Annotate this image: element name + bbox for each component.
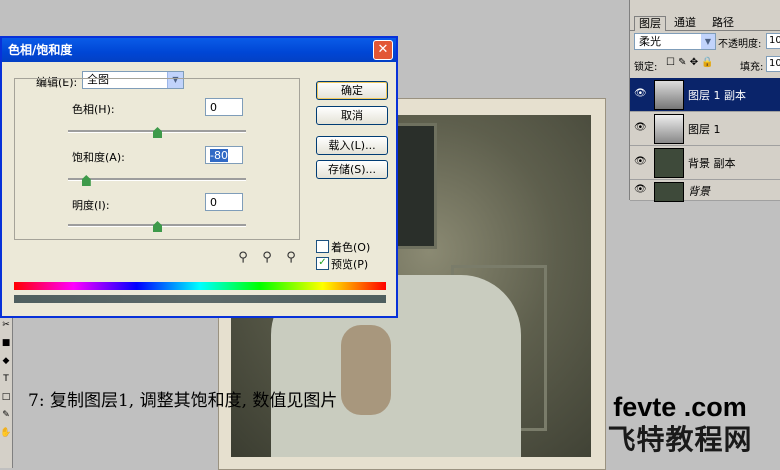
layer-name: 图层 1 副本 (688, 89, 746, 102)
layer-name: 背景 副本 (688, 157, 736, 170)
hue-saturation-dialog: 色相/饱和度 ✕ 编辑(E): 全图 ▼ 色相(H): 0 饱和度(A): -8… (0, 36, 398, 318)
cancel-button[interactable]: 取消 (316, 106, 388, 125)
logo-line-1: fevte .com (613, 392, 747, 422)
layer-row[interactable]: 👁 背景 (630, 180, 780, 202)
fill-label: 填充: (740, 62, 764, 73)
saturation-label: 饱和度(A): (72, 151, 125, 164)
close-icon[interactable]: ✕ (373, 40, 393, 60)
lightness-input[interactable]: 0 (205, 193, 243, 211)
tool-icon[interactable]: □ (0, 388, 12, 406)
load-button[interactable]: 载入(L)... (316, 136, 388, 155)
saturation-input[interactable]: -80 (205, 146, 243, 164)
layer-row[interactable]: 👁 图层 1 副本 (630, 78, 780, 112)
hue-value: 0 (210, 101, 217, 114)
fill-input[interactable]: 10 (766, 56, 780, 72)
tab-layers[interactable]: 图层 (634, 16, 666, 31)
logo-line-2: 飞特教程网 (607, 423, 753, 456)
colorize-checkbox[interactable] (316, 240, 329, 253)
layer-name: 图层 1 (688, 123, 721, 136)
site-logo: fevte .com 飞特教程网 (582, 392, 778, 458)
saturation-value: -80 (210, 149, 228, 162)
layer-thumbnail (654, 80, 684, 110)
layer-thumbnail (654, 148, 684, 178)
layer-row[interactable]: 👁 背景 副本 (630, 146, 780, 180)
eyedropper-minus-icon[interactable]: ⚲ (284, 250, 298, 266)
tutorial-caption: 7: 复制图层1, 调整其饱和度, 数值见图片 (28, 391, 338, 411)
blend-mode-select[interactable]: 柔光 ▼ (634, 33, 716, 50)
layer-thumbnail (654, 182, 684, 202)
tool-icon[interactable]: ◆ (0, 352, 12, 370)
lock-icons[interactable]: ☐ ✎ ✥ 🔒 (666, 57, 714, 68)
colorize-label[interactable]: 着色(O) (331, 239, 370, 255)
layers-panel: 图层 通道 路径 柔光 ▼ 不透明度: 10 锁定: ☐ ✎ ✥ 🔒 填充: 1… (629, 0, 780, 202)
eyedropper-icon[interactable]: ⚲ (236, 250, 250, 266)
hue-label: 色相(H): (72, 103, 115, 116)
output-color-bar (14, 295, 386, 303)
tab-channels[interactable]: 通道 (670, 16, 700, 30)
eye-icon[interactable]: 👁 (634, 122, 647, 133)
eye-icon[interactable]: 👁 (634, 156, 647, 167)
tab-paths[interactable]: 路径 (708, 16, 738, 30)
preview-label[interactable]: 预览(P) (331, 256, 368, 272)
preview-checkbox[interactable]: ✓ (316, 257, 329, 270)
tool-icon[interactable]: ✂ (0, 316, 12, 334)
tool-icon[interactable]: ■ (0, 334, 12, 352)
layer-row[interactable]: 👁 图层 1 (630, 112, 780, 146)
eye-icon[interactable]: 👁 (634, 88, 647, 99)
opacity-label: 不透明度: (718, 39, 762, 50)
blend-mode-value: 柔光 (639, 35, 661, 48)
dialog-title[interactable]: 色相/饱和度 (2, 38, 396, 62)
lightness-value: 0 (210, 196, 217, 209)
layer-name: 背景 (688, 185, 710, 198)
lightness-label: 明度(I): (72, 199, 110, 212)
chevron-down-icon[interactable]: ▼ (701, 34, 715, 49)
opacity-input[interactable]: 10 (766, 33, 780, 49)
eye-icon[interactable]: 👁 (634, 184, 647, 195)
input-color-bar (14, 282, 386, 290)
tool-icon[interactable]: ✎ (0, 406, 12, 424)
layer-thumbnail (654, 114, 684, 144)
saturation-slider-track[interactable] (68, 178, 246, 181)
adjust-group (14, 78, 300, 240)
save-button[interactable]: 存储(S)... (316, 160, 388, 179)
photo-neck-shape (341, 325, 391, 415)
ok-button[interactable]: 确定 (316, 81, 388, 100)
tools-palette: ✂ ■ ◆ T □ ✎ ✋ (0, 316, 13, 468)
panel-tabs: 图层 通道 路径 (630, 14, 780, 31)
tool-icon[interactable]: ✋ (0, 424, 12, 442)
fill-value: 10 (769, 58, 780, 69)
eyedropper-plus-icon[interactable]: ⚲ (260, 250, 274, 266)
lock-label: 锁定: (634, 62, 658, 73)
opacity-value: 10 (769, 35, 780, 46)
hue-input[interactable]: 0 (205, 98, 243, 116)
tool-icon[interactable]: T (0, 370, 12, 388)
